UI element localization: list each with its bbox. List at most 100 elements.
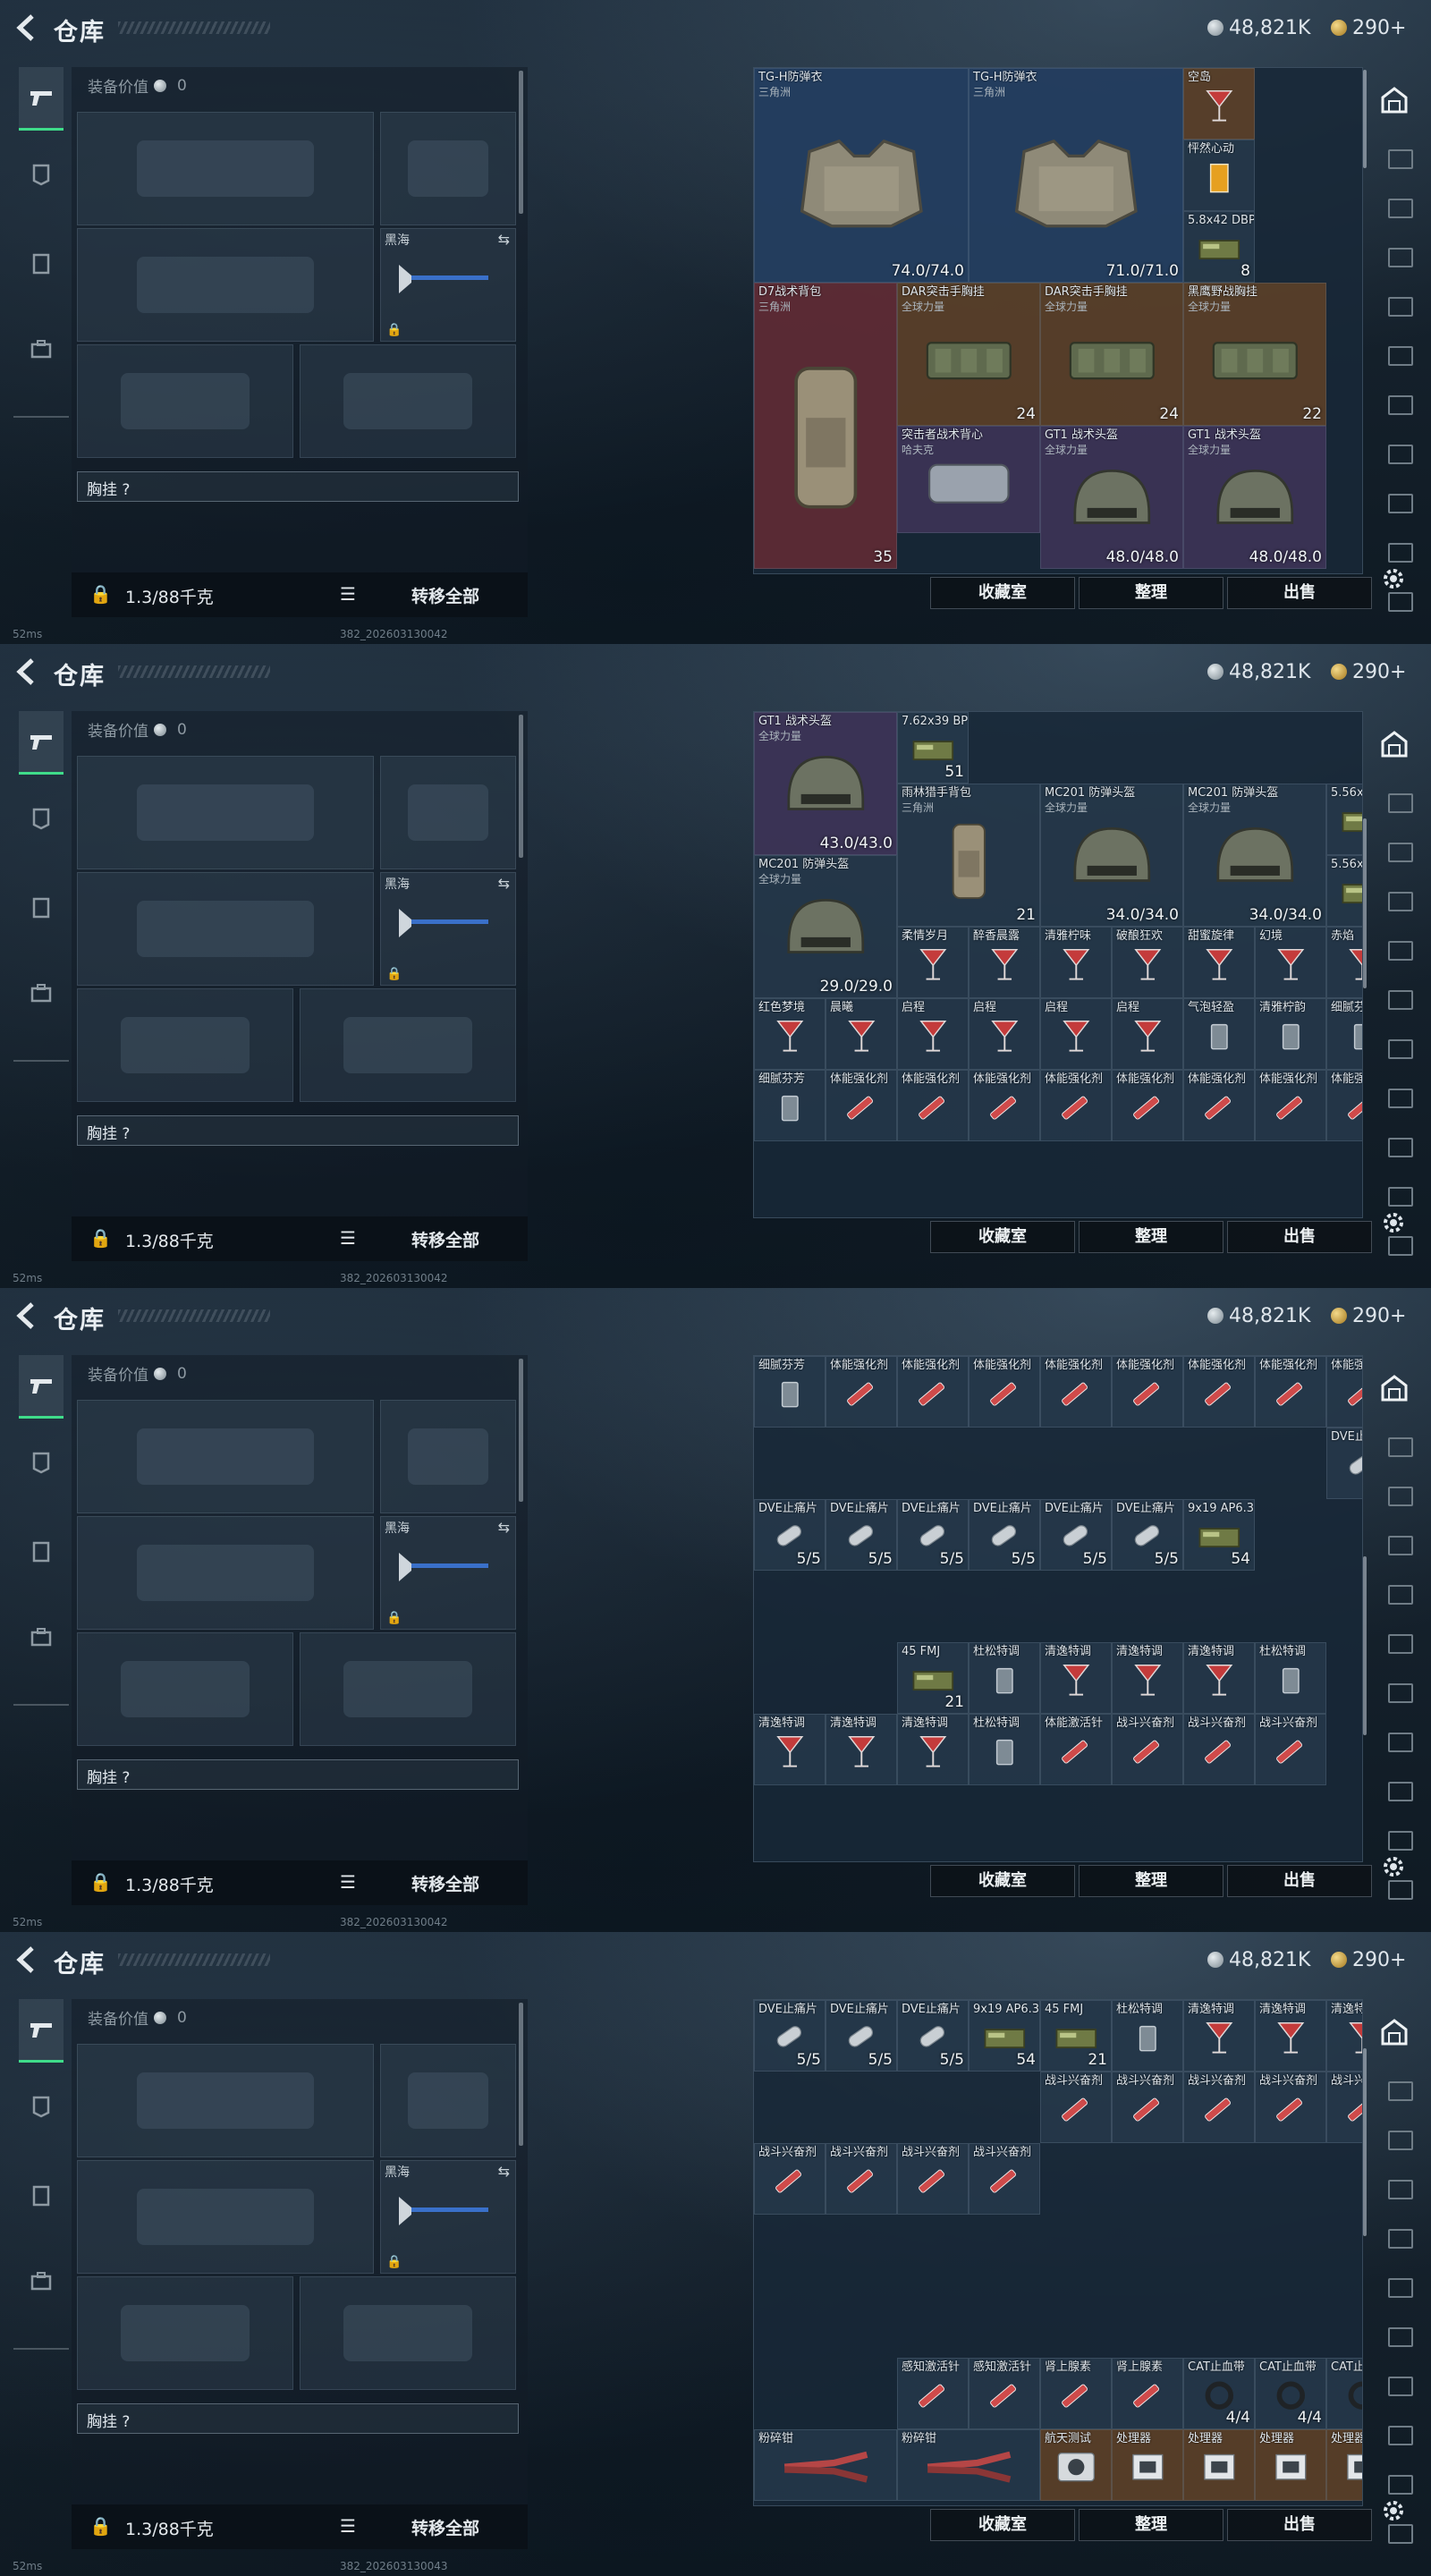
helmet-slot[interactable] [77,1632,293,1746]
storage-page-tab[interactable] [1376,1523,1415,1559]
collection-room-button[interactable]: 收藏室 [930,1865,1075,1897]
storage-item[interactable]: 肾上腺素 [1040,2358,1112,2429]
storage-page-tab[interactable] [1376,2364,1415,2400]
back-arrow-icon[interactable] [13,657,39,687]
settings-gear-icon[interactable] [1380,1853,1407,1880]
equipment-scrollbar[interactable] [519,715,523,858]
storage-item[interactable]: 处理器 [1112,2429,1183,2501]
sort-button[interactable]: 整理 [1079,2509,1224,2541]
melee-slot[interactable]: 黑海 ⇆ 🔒 [380,228,516,342]
storage-item[interactable]: 柔情岁月 [897,927,969,998]
equipment-scrollbar[interactable] [519,71,523,214]
storage-item[interactable]: 战斗兴奋剂 [1255,2072,1326,2143]
transfer-all-button[interactable]: 转移全部 [411,1227,479,1251]
storage-page-tab[interactable] [1376,2413,1415,2449]
storage-page-tab[interactable] [1376,383,1415,419]
weight-lock-icon[interactable]: 🔒 [89,583,112,605]
settings-gear-icon[interactable] [1380,2497,1407,2524]
storage-item[interactable]: 破酿狂欢 [1112,927,1183,998]
storage-item[interactable]: 体能强化剂 [897,1356,969,1428]
chest-rig-slot[interactable]: 胸挂 ? [77,2403,519,2434]
storage-item[interactable]: 体能强化剂 [826,1356,897,1428]
warehouse-icon[interactable] [1379,1373,1410,1403]
helmet-slot[interactable] [77,988,293,1102]
transfer-all-button[interactable]: 转移全部 [411,2515,479,2539]
storage-item[interactable]: 清雅柠韵 [1255,998,1326,1070]
primary-weapon-slot[interactable] [77,1400,374,1513]
storage-item[interactable]: 体能强化剂 [1255,1070,1326,1141]
back-arrow-icon[interactable] [13,1945,39,1975]
storage-item[interactable]: DAR突击手胸挂 全球力量 24 [897,283,1040,426]
storage-page-tab[interactable] [1376,1125,1415,1161]
storage-item[interactable]: 感知激活针 [969,2358,1040,2429]
melee-slot[interactable]: 黑海 ⇆ 🔒 [380,1516,516,1630]
storage-scrollbar[interactable] [1363,70,1367,168]
storage-item[interactable]: 杜松特调 [969,1642,1040,1714]
bag-tab-icon[interactable] [19,1614,64,1659]
storage-page-tab[interactable] [1376,2266,1415,2301]
storage-page-tab[interactable] [1376,2118,1415,2154]
weapon-tab-icon[interactable] [19,67,64,131]
back-arrow-icon[interactable] [13,13,39,43]
storage-item[interactable]: 体能激活针 [1040,1714,1112,1785]
storage-item[interactable]: 体能强化剂 [1255,1356,1326,1428]
armor-tab-icon[interactable] [19,1440,64,1485]
storage-item[interactable]: 清逸特调 [754,1714,826,1785]
storage-page-tab[interactable] [1376,830,1415,866]
storage-item[interactable]: CAT止血带4/4 [1326,2358,1362,2429]
storage-item[interactable]: 体能强化剂 [826,1070,897,1141]
sell-button[interactable]: 出售 [1227,1865,1372,1897]
storage-item[interactable]: 启程 [969,998,1040,1070]
storage-item[interactable]: 赤焰 [1326,927,1362,998]
storage-item[interactable]: 体能强化剂 [1183,1356,1255,1428]
storage-page-tab[interactable] [1376,1474,1415,1510]
storage-item[interactable]: 感知激活针 [897,2358,969,2429]
storage-page-tab[interactable] [1376,928,1415,964]
storage-item[interactable]: GT1 战术头盔 全球力量 48.0/48.0 [1040,426,1183,569]
storage-item[interactable]: 清逸特调 [1040,1642,1112,1714]
gold-balance[interactable]: 290+ [1331,1948,1406,1971]
storage-item[interactable]: 5.56x45 M855A160 [1326,784,1362,855]
storage-item[interactable]: DVE止痛片 5/5 [969,1499,1040,1571]
storage-item[interactable]: DVE止痛片 5/5 [897,2000,969,2072]
chest-rig-slot[interactable]: 胸挂 ? [77,1115,519,1146]
storage-page-tab[interactable] [1376,2216,1415,2252]
storage-item[interactable]: DVE止痛片 5/5 [754,1499,826,1571]
storage-item[interactable]: 战斗兴奋剂 [897,2143,969,2215]
gold-balance[interactable]: 290+ [1331,1304,1406,1327]
storage-item[interactable]: 细腻芬芳 [754,1070,826,1141]
storage-item[interactable]: 体能强化剂 [1040,1070,1112,1141]
primary-weapon-slot[interactable] [77,2044,374,2157]
storage-item[interactable]: 突击者战术背心 哈夫克 [897,426,1040,533]
storage-page-tab[interactable] [1376,1425,1415,1461]
storage-item[interactable]: 醉香晨露 [969,927,1040,998]
equipment-scrollbar[interactable] [519,1359,523,1502]
storage-page-tab[interactable] [1376,284,1415,320]
storage-item[interactable]: 红色梦境 [754,998,826,1070]
storage-page-tab[interactable] [1376,1720,1415,1756]
armor-slot[interactable] [300,344,516,458]
gold-balance[interactable]: 290+ [1331,660,1406,683]
warehouse-icon[interactable] [1379,85,1410,115]
storage-item[interactable]: 清逸特调 [1255,2000,1326,2072]
pistol-slot[interactable] [380,2044,516,2157]
swap-icon[interactable]: ⇆ [498,2163,510,2180]
storage-item[interactable]: 气泡轻盈 [1183,998,1255,1070]
storage-page-tab[interactable] [1376,2167,1415,2203]
storage-page-tab[interactable] [1376,1027,1415,1063]
rig-tab-icon[interactable] [19,1530,64,1574]
storage-item[interactable]: 黑鹰野战胸挂 全球力量 22 [1183,283,1326,426]
storage-item[interactable]: 战斗兴奋剂 [969,2143,1040,2215]
weight-lock-icon[interactable]: 🔒 [89,1871,112,1893]
storage-item[interactable]: 战斗兴奋剂 [1255,1714,1326,1785]
storage-item[interactable]: MC201 防弹头盔 全球力量 34.0/34.0 [1040,784,1183,927]
storage-item[interactable]: 体能强化剂 [897,1070,969,1141]
armor-slot[interactable] [300,1632,516,1746]
pistol-slot[interactable] [380,756,516,869]
storage-item[interactable]: MC201 防弹头盔 全球力量 34.0/34.0 [1183,784,1326,927]
equipment-scrollbar[interactable] [519,2003,523,2146]
storage-item[interactable]: 启程 [897,998,969,1070]
secondary-weapon-slot[interactable] [77,2160,374,2274]
storage-item[interactable]: 战斗兴奋剂 [1183,2072,1255,2143]
helmet-slot[interactable] [77,344,293,458]
